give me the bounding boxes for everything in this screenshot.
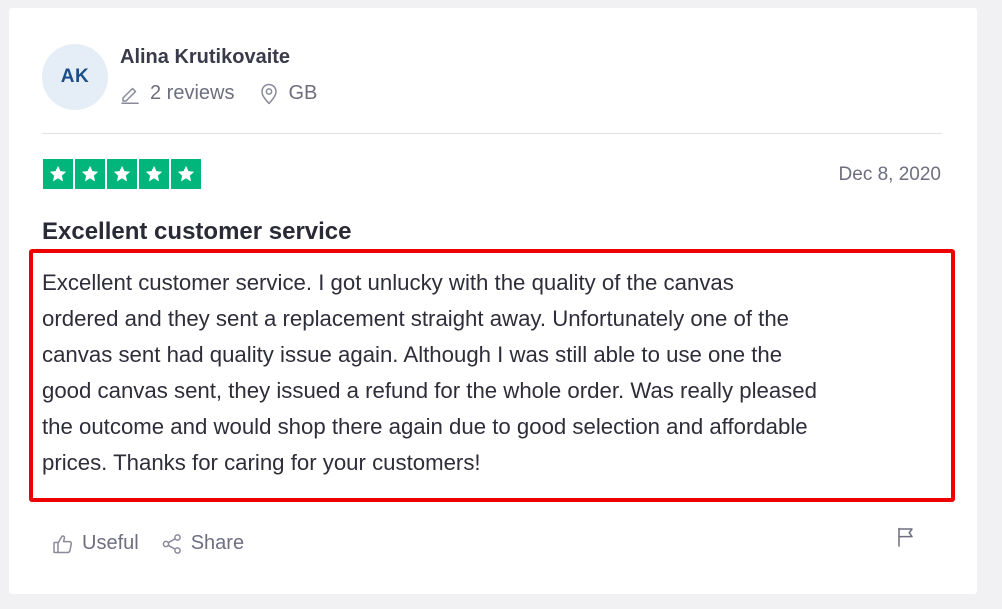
flag-icon — [898, 527, 913, 547]
divider — [42, 133, 942, 134]
thumbs-up-icon — [53, 534, 73, 553]
star-icon — [139, 159, 169, 189]
review-date: Dec 8, 2020 — [838, 164, 941, 185]
star-icon — [43, 159, 73, 189]
reviews-count-text: 2 reviews — [150, 82, 235, 104]
report-button[interactable] — [896, 526, 916, 548]
review-body-line: canvas sent had quality issue again. Alt… — [42, 342, 783, 367]
review-body-line: ordered and they sent a replacement stra… — [42, 306, 790, 331]
share-label: Share — [190, 532, 245, 554]
useful-label: Useful — [82, 532, 139, 554]
review-body-line: Excellent customer service. I got unluck… — [42, 270, 734, 295]
review-body-line: good canvas sent, they issued a refund f… — [42, 378, 817, 403]
review-body-line: the outcome and would shop there again d… — [42, 414, 808, 439]
country-code: GB — [288, 82, 318, 104]
star-rating — [43, 159, 203, 189]
review-card: AK Alina Krutikovaite 2 reviews GB Dec 8… — [9, 8, 977, 594]
review-actions: Useful Share — [52, 532, 244, 555]
review-body-line: prices. Thanks for caring for your custo… — [42, 450, 481, 475]
location-pin-icon — [261, 83, 278, 104]
avatar-initials: AK — [60, 66, 90, 87]
star-icon — [171, 159, 201, 189]
reviewer-location: GB — [260, 82, 317, 105]
avatar[interactable]: AK — [42, 44, 108, 110]
share-icon — [162, 533, 181, 554]
useful-button[interactable]: Useful — [52, 532, 139, 555]
reviews-count: 2 reviews — [120, 82, 234, 105]
reviewer-name[interactable]: Alina Krutikovaite — [120, 46, 290, 69]
reviewer-meta: 2 reviews GB — [120, 82, 317, 105]
star-icon — [75, 159, 105, 189]
star-icon — [107, 159, 137, 189]
review-title[interactable]: Excellent customer service — [42, 218, 352, 246]
review-body: Excellent customer service. I got unluck… — [42, 265, 947, 481]
pencil-icon — [121, 87, 139, 104]
share-button[interactable]: Share — [161, 532, 244, 555]
